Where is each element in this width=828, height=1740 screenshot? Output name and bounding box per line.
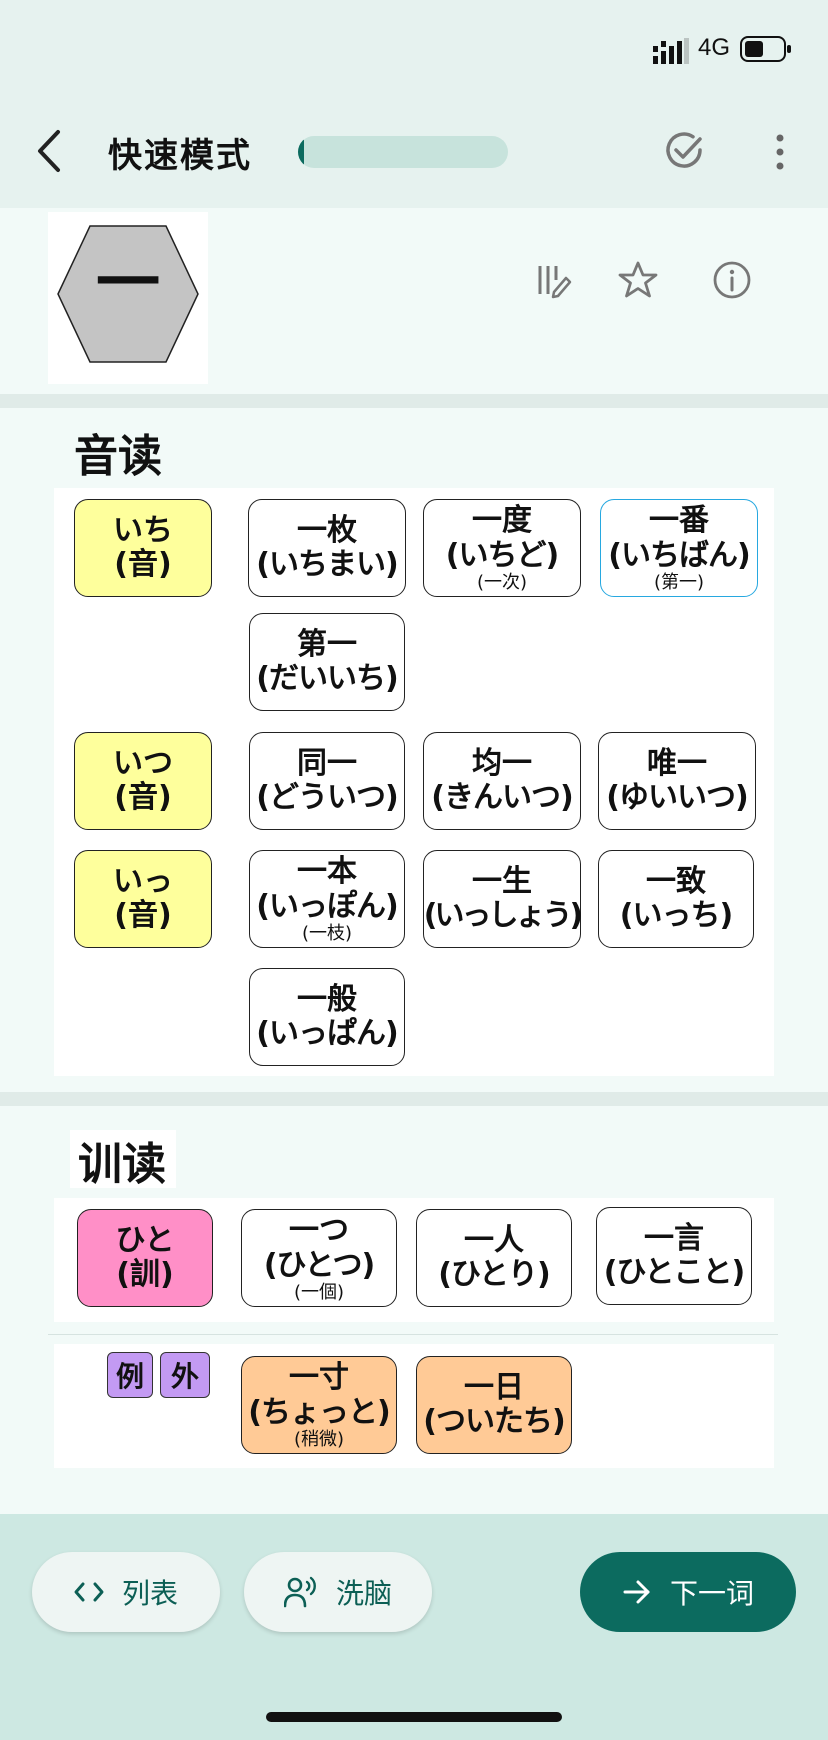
word-kanji: 一寸 (289, 1360, 349, 1395)
reading-tag: (訓) (116, 1257, 174, 1292)
edit-list-icon[interactable] (534, 260, 574, 300)
word-reading: (いっしょう) (423, 898, 583, 933)
word-card[interactable]: 一度 (いちど) (一次) (423, 499, 581, 597)
word-kanji: 一つ (289, 1213, 349, 1248)
back-button[interactable] (30, 126, 70, 176)
more-vertical-icon[interactable] (768, 132, 792, 172)
reading-tag: (音) (114, 547, 172, 582)
reading-tag: (音) (114, 780, 172, 815)
next-label: 下一词 (669, 1577, 754, 1610)
check-circle-icon[interactable] (662, 128, 706, 172)
word-note: (一枝) (301, 923, 353, 944)
reading-card-hito[interactable]: ひと (訓) (77, 1209, 213, 1307)
list-button[interactable]: 列表 (32, 1552, 220, 1632)
divider (48, 1334, 778, 1335)
word-card[interactable]: 同一 (どういつ) (249, 732, 405, 830)
exception-word-card[interactable]: 一日 (ついたち) (416, 1356, 572, 1454)
word-note: (稍微) (293, 1429, 345, 1450)
word-reading: (だいいち) (256, 661, 398, 696)
word-note: (一個) (293, 1282, 345, 1303)
network-label: 4G (698, 34, 731, 61)
word-card[interactable]: 一つ (ひとつ) (一個) (241, 1209, 397, 1307)
divider (0, 394, 828, 408)
word-kanji: 均一 (472, 745, 532, 781)
word-reading: (ひとこと) (603, 1255, 746, 1290)
reading-tag: (音) (114, 898, 172, 933)
reading-kana: いっ (113, 863, 173, 899)
word-card[interactable]: 一致 (いっち) (598, 850, 754, 948)
word-reading: (ゆいいつ) (606, 780, 748, 815)
status-bar: 4G (0, 0, 828, 100)
arrow-right-icon (623, 1580, 650, 1604)
word-kanji: 一度 (472, 503, 532, 538)
brainwash-label: 洗脑 (335, 1577, 392, 1610)
word-kanji: 一言 (644, 1220, 704, 1256)
word-card-selected[interactable]: 一番 (いちばん) (第一) (600, 499, 758, 597)
info-icon[interactable] (712, 260, 752, 300)
word-kanji: 一般 (297, 981, 357, 1017)
brainwash-button[interactable]: 洗脑 (244, 1552, 432, 1632)
reading-kana: ひと (115, 1222, 175, 1258)
word-kanji: 一枚 (297, 512, 357, 548)
reading-kana: いつ (113, 745, 173, 781)
word-kanji: 一本 (297, 854, 357, 889)
page-title: 快速模式 (108, 136, 252, 176)
word-reading: (ついたち) (423, 1404, 565, 1439)
word-reading: (ひとつ) (263, 1247, 375, 1283)
word-reading: (ちょっと) (248, 1394, 390, 1430)
kanji-hexagon: 一 (48, 212, 208, 384)
battery-icon (740, 36, 791, 62)
word-note: (第一) (653, 572, 705, 593)
kunyomi-label: 训读 (78, 1139, 166, 1190)
kanji-character: 一 (96, 247, 160, 321)
progress-fill (298, 136, 305, 168)
word-kanji: 一生 (472, 863, 532, 899)
word-card[interactable]: 一枚 (いちまい) (248, 499, 406, 597)
word-reading: (きんいつ) (431, 780, 573, 815)
word-kanji: 唯一 (647, 745, 707, 781)
exception-tag: 例 (107, 1352, 153, 1398)
word-reading: (いっぽん) (256, 888, 398, 924)
star-icon[interactable] (618, 260, 658, 300)
word-reading: (ひとり) (438, 1257, 551, 1292)
reading-kana: いち (113, 512, 173, 548)
onyomi-label: 音读 (74, 431, 162, 482)
word-kanji: 同一 (297, 745, 357, 781)
word-kanji: 一番 (649, 503, 709, 538)
word-card[interactable]: 一本 (いっぽん) (一枝) (249, 850, 405, 948)
word-card[interactable]: 唯一 (ゆいいつ) (598, 732, 756, 830)
reading-card-ichi[interactable]: いち (音) (74, 499, 212, 597)
word-card[interactable]: 均一 (きんいつ) (423, 732, 581, 830)
next-word-button[interactable]: 下一词 (580, 1552, 796, 1632)
word-reading: (いっぱん) (256, 1016, 398, 1051)
word-card[interactable]: 一生 (いっしょう) (423, 850, 583, 948)
word-kanji: 一致 (646, 863, 706, 899)
word-card[interactable]: 第一 (だいいち) (249, 613, 405, 711)
signal-icon (653, 38, 689, 64)
word-reading: (いちばん) (608, 537, 750, 573)
word-reading: (どういつ) (256, 780, 398, 815)
exception-tag: 外 (160, 1352, 210, 1398)
word-card[interactable]: 一般 (いっぱん) (249, 968, 405, 1066)
divider (0, 1092, 828, 1106)
home-indicator (266, 1712, 562, 1722)
speaking-person-icon (283, 1576, 316, 1608)
word-kanji: 一人 (464, 1222, 524, 1258)
exception-word-card[interactable]: 一寸 (ちょっと) (稍微) (241, 1356, 397, 1454)
word-kanji: 一日 (464, 1369, 524, 1405)
word-card[interactable]: 一人 (ひとり) (416, 1209, 572, 1307)
word-card[interactable]: 一言 (ひとこと) (596, 1207, 752, 1305)
word-reading: (いっち) (619, 898, 733, 933)
progress-bar (298, 136, 508, 168)
reading-card-itt[interactable]: いっ (音) (74, 850, 212, 948)
word-note: (一次) (476, 572, 528, 593)
word-kanji: 第一 (297, 626, 357, 662)
code-brackets-icon (74, 1582, 104, 1602)
word-reading: (いちまい) (256, 547, 398, 582)
reading-card-itsu[interactable]: いつ (音) (74, 732, 212, 830)
word-reading: (いちど) (445, 537, 559, 573)
list-label: 列表 (121, 1577, 178, 1610)
